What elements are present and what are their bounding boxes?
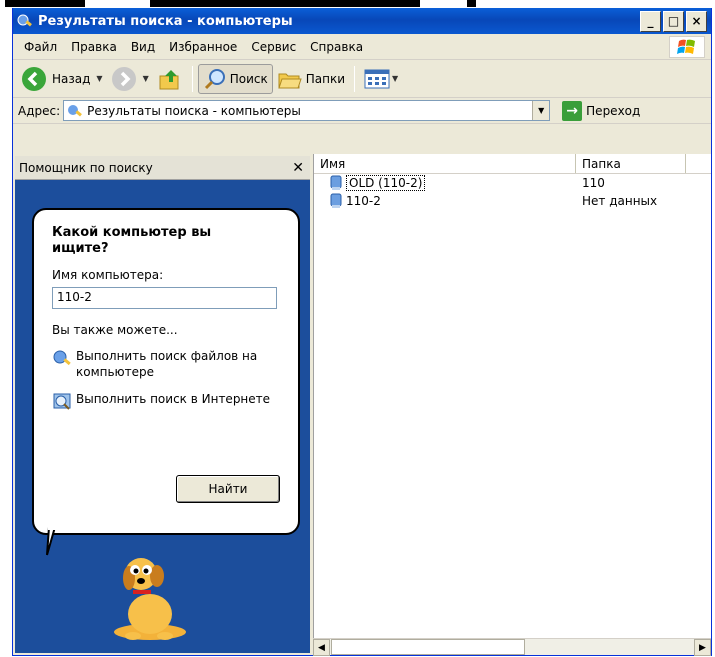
- result-folder: 110: [582, 176, 605, 190]
- folders-label: Папки: [305, 71, 346, 86]
- search-internet-label: Выполнить поиск в Интернете: [76, 392, 271, 406]
- scroll-right-icon[interactable]: ▶: [694, 639, 711, 656]
- result-name: OLD (110-2): [346, 175, 426, 191]
- close-button[interactable]: ×: [686, 10, 707, 32]
- address-field[interactable]: Результаты поиска - компьютеры ▼: [63, 100, 551, 121]
- results-list: Имя Папка OLD (110-2) 110 110-2 Нет данн…: [313, 154, 711, 655]
- assistant-title: Помощник по поиску: [19, 160, 153, 175]
- search-icon: [204, 68, 225, 89]
- menu-bar: Файл Правка Вид Избранное Сервис Справка: [13, 34, 711, 60]
- views-button[interactable]: ▼: [360, 64, 402, 94]
- up-folder-icon: [159, 69, 179, 89]
- table-row[interactable]: 110-2 Нет данных: [314, 192, 711, 210]
- search-files-link[interactable]: Выполнить поиск файлов на компьютере: [52, 348, 280, 380]
- go-button[interactable]: → Переход: [562, 100, 641, 121]
- computer-icon: [330, 193, 342, 208]
- search-button[interactable]: Поиск: [197, 63, 273, 94]
- toolbar-separator: [354, 65, 356, 92]
- search-files-icon: [53, 350, 71, 366]
- views-icon: [364, 69, 390, 88]
- minimize-button[interactable]: _: [640, 10, 661, 32]
- maximize-button[interactable]: □: [663, 10, 684, 32]
- toolbar-separator: [191, 65, 193, 92]
- back-label: Назад: [52, 71, 91, 86]
- content-area: Помощник по поиску ✕ Какой компьютер вы …: [13, 154, 711, 656]
- address-dropdown-icon[interactable]: ▼: [532, 101, 550, 120]
- result-folder: Нет данных: [582, 194, 658, 208]
- column-headers: Имя Папка: [314, 154, 711, 174]
- scroll-thumb[interactable]: [331, 639, 525, 655]
- table-row[interactable]: OLD (110-2) 110: [314, 174, 711, 192]
- assistant-bubble: Какой компьютер вы ищите? Имя компьютера…: [32, 208, 300, 535]
- search-computer-icon: [17, 14, 32, 27]
- search-assistant-pane: Помощник по поиску ✕ Какой компьютер вы …: [15, 156, 310, 653]
- search-files-label: Выполнить поиск файлов на компьютере: [76, 349, 258, 379]
- back-arrow-icon: [22, 66, 46, 91]
- up-folder-button[interactable]: [153, 64, 187, 94]
- column-header-folder[interactable]: Папка: [576, 154, 686, 173]
- menu-help[interactable]: Справка: [303, 40, 370, 54]
- bubble-tail-icon: [46, 527, 57, 556]
- menu-file[interactable]: Файл: [17, 40, 64, 54]
- back-button[interactable]: Назад ▼: [17, 64, 107, 94]
- chevron-down-icon[interactable]: ▼: [392, 74, 398, 83]
- search-computer-icon: [68, 104, 83, 116]
- menu-tools[interactable]: Сервис: [244, 40, 303, 54]
- assistant-question: Какой компьютер вы ищите?: [52, 225, 212, 256]
- scroll-left-icon[interactable]: ◀: [313, 639, 330, 656]
- folders-button[interactable]: Папки: [273, 64, 349, 94]
- address-label: Адрес:: [18, 103, 61, 118]
- column-header-name[interactable]: Имя: [314, 154, 576, 173]
- window-title: Результаты поиска - компьютеры: [38, 13, 293, 29]
- chevron-down-icon[interactable]: ▼: [96, 74, 102, 83]
- assistant-header: Помощник по поиску ✕: [15, 156, 310, 180]
- forward-button[interactable]: ▼: [107, 64, 153, 94]
- menu-view[interactable]: Вид: [124, 40, 162, 54]
- explorer-window: Результаты поиска - компьютеры _ □ × Фай…: [12, 8, 712, 656]
- address-bar: Адрес: Результаты поиска - компьютеры ▼ …: [13, 98, 711, 124]
- computer-name-input[interactable]: 110-2: [52, 287, 277, 309]
- address-value: Результаты поиска - компьютеры: [87, 103, 301, 118]
- also-text: Вы также можете...: [52, 323, 178, 337]
- search-label: Поиск: [229, 71, 268, 86]
- find-button[interactable]: Найти: [176, 475, 280, 503]
- title-bar[interactable]: Результаты поиска - компьютеры _ □ ×: [13, 8, 711, 34]
- result-name: 110-2: [346, 194, 381, 208]
- computer-icon: [330, 175, 342, 190]
- menu-favorites[interactable]: Избранное: [162, 40, 244, 54]
- search-internet-icon: [53, 393, 71, 410]
- computer-name-label: Имя компьютера:: [52, 268, 164, 282]
- folders-icon: [278, 73, 302, 88]
- windows-logo-icon: [669, 36, 705, 58]
- close-icon[interactable]: ✕: [292, 160, 304, 176]
- horizontal-scrollbar[interactable]: ◀ ▶: [313, 638, 711, 656]
- chevron-down-icon[interactable]: ▼: [143, 74, 149, 83]
- top-edge: [0, 0, 715, 8]
- go-arrow-icon: →: [562, 100, 583, 121]
- search-dog-icon: [114, 558, 186, 640]
- search-internet-link[interactable]: Выполнить поиск в Интернете: [52, 391, 280, 411]
- forward-arrow-icon: [111, 66, 136, 91]
- go-label: Переход: [586, 103, 641, 118]
- toolbar: Назад ▼ ▼ Поиск Папки ▼: [13, 60, 711, 98]
- menu-edit[interactable]: Правка: [64, 40, 124, 54]
